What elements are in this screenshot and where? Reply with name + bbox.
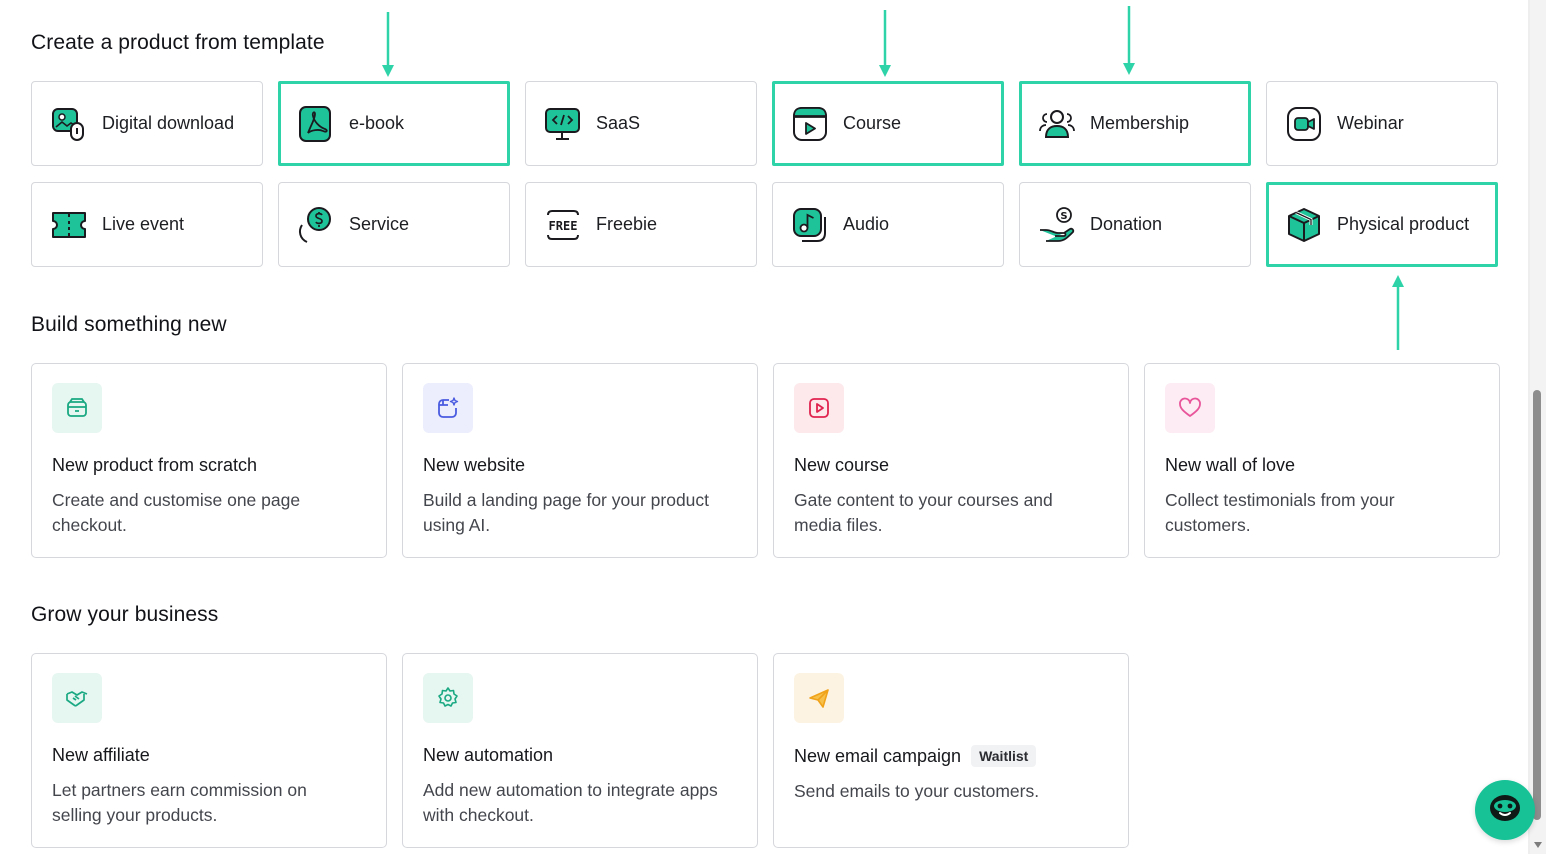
card-description: Collect testimonials from your customers… xyxy=(1165,490,1395,535)
card-new-website[interactable]: New website Build a landing page for you… xyxy=(402,363,758,558)
template-card-live-event[interactable]: Live event xyxy=(31,182,263,267)
digital-download-icon xyxy=(50,105,88,143)
svg-text:S: S xyxy=(1060,211,1067,222)
card-new-course[interactable]: New course Gate content to your courses … xyxy=(773,363,1129,558)
card-title: New product from scratch xyxy=(52,455,258,475)
template-label: Live event xyxy=(102,214,185,234)
template-card-freebie[interactable]: FREE Freebie xyxy=(525,182,757,267)
template-card-e-book[interactable]: e-book xyxy=(278,81,510,166)
svg-text:FREE: FREE xyxy=(549,219,578,233)
card-title: New wall of love xyxy=(1165,455,1296,475)
grow-grid: New affiliate Let partners earn commissi… xyxy=(31,653,1500,848)
template-label: Membership xyxy=(1090,113,1190,133)
music-note-icon xyxy=(791,206,829,244)
template-label: Service xyxy=(349,214,410,234)
chat-face-icon xyxy=(1488,791,1522,830)
template-card-service[interactable]: Service xyxy=(278,182,510,267)
dollar-hand-icon xyxy=(297,206,335,244)
paper-plane-icon xyxy=(794,673,844,723)
card-new-product-from-scratch[interactable]: New product from scratch Create and cust… xyxy=(31,363,387,558)
template-label: Webinar xyxy=(1337,113,1404,133)
template-label: Audio xyxy=(843,214,890,234)
scrollbar[interactable] xyxy=(1530,0,1546,854)
template-grid: Digital download e-book SaaS Course Memb… xyxy=(31,81,1498,267)
template-card-digital-download[interactable]: Digital download xyxy=(31,81,263,166)
arrow-down-icon xyxy=(879,10,891,77)
card-new-wall-of-love[interactable]: New wall of love Collect testimonials fr… xyxy=(1144,363,1500,558)
pdf-icon xyxy=(297,105,335,143)
template-label: Digital download xyxy=(102,113,235,133)
package-icon xyxy=(52,383,102,433)
scroll-down-icon[interactable] xyxy=(1534,842,1542,848)
membership-people-icon xyxy=(1038,105,1076,143)
handshake-icon xyxy=(52,673,102,723)
arrow-down-icon xyxy=(1123,6,1135,75)
template-label: Donation xyxy=(1090,214,1163,234)
free-tag-icon: FREE xyxy=(544,206,582,244)
template-card-donation[interactable]: S Donation xyxy=(1019,182,1251,267)
card-description: Create and customise one page checkout. xyxy=(52,490,301,535)
page: Create a product from template Digital d… xyxy=(0,0,1530,854)
arrow-down-icon xyxy=(382,12,394,77)
heart-icon xyxy=(1165,383,1215,433)
template-card-membership[interactable]: Membership xyxy=(1019,81,1251,166)
section-title-grow: Grow your business xyxy=(31,603,219,626)
template-card-audio[interactable]: Audio xyxy=(772,182,1004,267)
template-label: Freebie xyxy=(596,214,658,234)
code-monitor-icon xyxy=(544,105,582,143)
template-label: Physical product xyxy=(1337,214,1470,234)
arrow-up-icon xyxy=(1392,275,1404,350)
card-new-automation[interactable]: New automation Add new automation to int… xyxy=(402,653,758,848)
website-sparkle-icon xyxy=(423,383,473,433)
card-description: Build a landing page for your product us… xyxy=(423,490,710,535)
scrollbar-thumb[interactable] xyxy=(1533,390,1541,820)
template-card-physical-product[interactable]: Physical product xyxy=(1266,182,1498,267)
gear-icon xyxy=(423,673,473,723)
section-title-templates: Create a product from template xyxy=(31,31,325,54)
template-card-course[interactable]: Course xyxy=(772,81,1004,166)
template-label: e-book xyxy=(349,113,405,133)
template-label: SaaS xyxy=(596,113,641,133)
chat-button[interactable] xyxy=(1475,780,1535,840)
card-description: Let partners earn commission on selling … xyxy=(52,780,307,825)
ticket-icon xyxy=(50,206,88,244)
waitlist-badge: Waitlist xyxy=(971,745,1037,767)
donation-hand-icon: S xyxy=(1038,206,1076,244)
section-title-build: Build something new xyxy=(31,313,227,336)
card-description: Gate content to your courses and media f… xyxy=(794,490,1053,535)
card-description: Add new automation to integrate apps wit… xyxy=(423,780,718,825)
card-new-email-campaign[interactable]: New email campaign Waitlist Send emails t… xyxy=(773,653,1129,848)
card-new-affiliate[interactable]: New affiliate Let partners earn commissi… xyxy=(31,653,387,848)
card-description: Send emails to your customers. xyxy=(794,781,1040,801)
template-card-webinar[interactable]: Webinar xyxy=(1266,81,1498,166)
card-title: New email campaign Waitlist xyxy=(794,745,1108,767)
template-label: Course xyxy=(843,113,902,133)
card-title: New website xyxy=(423,455,526,475)
build-grid: New product from scratch Create and cust… xyxy=(31,363,1500,558)
box-icon xyxy=(1285,206,1323,244)
course-play-icon xyxy=(791,105,829,143)
card-title: New automation xyxy=(423,745,554,765)
card-title: New affiliate xyxy=(52,745,150,765)
play-square-icon xyxy=(794,383,844,433)
card-title: New course xyxy=(794,455,890,475)
template-card-saas[interactable]: SaaS xyxy=(525,81,757,166)
video-camera-icon xyxy=(1285,105,1323,143)
